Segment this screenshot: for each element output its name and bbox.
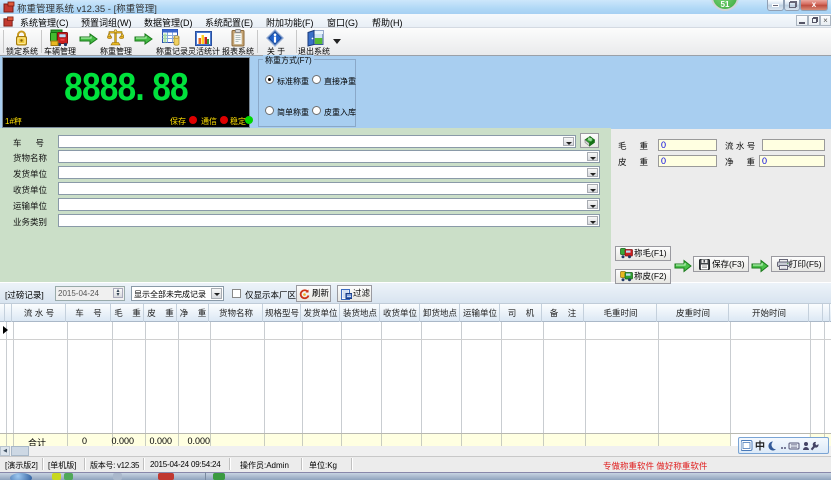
- svg-text:中: 中: [755, 440, 765, 452]
